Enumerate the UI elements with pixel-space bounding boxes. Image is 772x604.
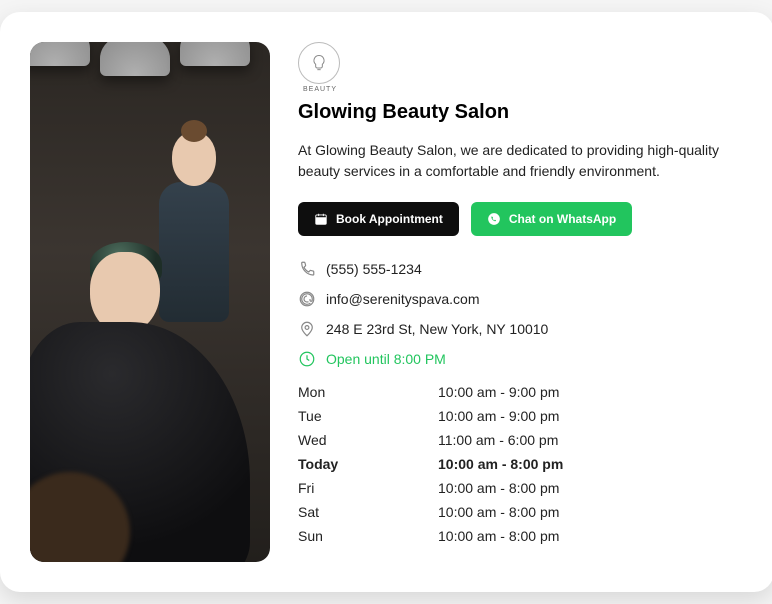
hours-row: Sat10:00 am - 8:00 pm [298,504,740,520]
hours-table: Mon10:00 am - 9:00 pmTue10:00 am - 9:00 … [298,384,740,544]
open-status-row: Open until 8:00 PM [298,350,740,368]
hours-row: Mon10:00 am - 9:00 pm [298,384,740,400]
open-status-text: Open until 8:00 PM [326,351,446,367]
cta-row: Book Appointment Chat on WhatsApp [298,202,740,236]
calendar-icon [314,212,328,226]
business-description: At Glowing Beauty Salon, we are dedicate… [298,140,740,182]
hours-day: Wed [298,432,438,448]
bulb-icon [309,53,329,73]
hours-time: 11:00 am - 6:00 pm [438,432,558,448]
hours-row: Sun10:00 am - 8:00 pm [298,528,740,544]
clock-icon [298,350,316,368]
email-row[interactable]: info@serenityspava.com [298,290,740,308]
location-icon [298,320,316,338]
hours-day: Sat [298,504,438,520]
phone-icon [298,260,316,278]
address-row[interactable]: 248 E 23rd St, New York, NY 10010 [298,320,740,338]
hours-row: Today10:00 am - 8:00 pm [298,456,740,472]
logo-label: BEAUTY [298,86,342,93]
hours-day: Tue [298,408,438,424]
hours-time: 10:00 am - 8:00 pm [438,480,559,496]
hero-scene [30,42,270,562]
hours-time: 10:00 am - 8:00 pm [438,528,559,544]
hours-day: Sun [298,528,438,544]
phone-row[interactable]: (555) 555-1234 [298,260,740,278]
whatsapp-button[interactable]: Chat on WhatsApp [471,202,632,236]
hours-time: 10:00 am - 8:00 pm [438,456,563,472]
book-appointment-button[interactable]: Book Appointment [298,202,459,236]
business-title: Glowing Beauty Salon [298,101,740,124]
whatsapp-icon [487,212,501,226]
hours-row: Fri10:00 am - 8:00 pm [298,480,740,496]
phone-text: (555) 555-1234 [326,261,422,277]
whatsapp-button-label: Chat on WhatsApp [509,212,616,226]
book-button-label: Book Appointment [336,212,443,226]
hours-row: Tue10:00 am - 9:00 pm [298,408,740,424]
hours-day: Mon [298,384,438,400]
hours-day: Today [298,456,438,472]
email-text: info@serenityspava.com [326,291,480,307]
business-card: BEAUTY Glowing Beauty Salon At Glowing B… [0,12,772,592]
email-icon [298,290,316,308]
hours-time: 10:00 am - 9:00 pm [438,384,559,400]
hours-time: 10:00 am - 9:00 pm [438,408,559,424]
address-text: 248 E 23rd St, New York, NY 10010 [326,321,548,337]
hours-time: 10:00 am - 8:00 pm [438,504,559,520]
info-column: BEAUTY Glowing Beauty Salon At Glowing B… [298,42,740,562]
business-logo [298,42,340,84]
hours-row: Wed11:00 am - 6:00 pm [298,432,740,448]
hero-image [30,42,270,562]
hours-day: Fri [298,480,438,496]
